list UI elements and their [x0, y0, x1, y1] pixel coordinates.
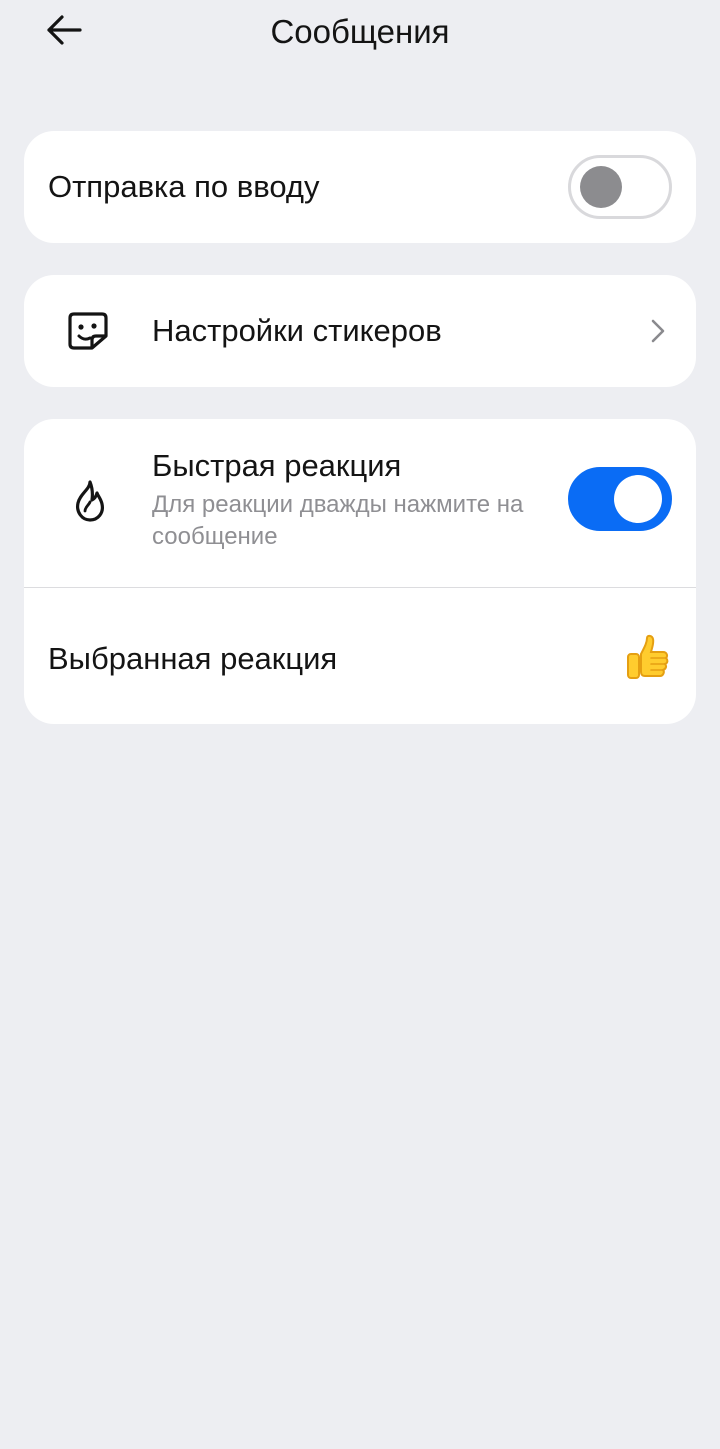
quick-reaction-description: Для реакции дважды нажмите на сообщение	[152, 491, 524, 550]
toggle-knob	[614, 475, 662, 523]
selected-reaction-row[interactable]: Выбранная реакция	[24, 588, 696, 724]
chevron-right-icon	[646, 317, 670, 345]
sticker-settings-row[interactable]: Настройки стикеров	[24, 275, 696, 387]
quick-reaction-toggle[interactable]	[568, 467, 672, 531]
sticker-icon	[64, 309, 112, 353]
sticker-settings-card: Настройки стикеров	[24, 275, 696, 387]
flame-icon	[68, 477, 112, 525]
send-on-enter-label: Отправка по вводу	[48, 169, 320, 204]
selected-reaction-label: Выбранная реакция	[48, 641, 338, 676]
reaction-card: Быстрая реакция Для реакции дважды нажми…	[24, 419, 696, 724]
send-on-enter-row[interactable]: Отправка по вводу	[24, 131, 696, 243]
send-on-enter-card: Отправка по вводу	[24, 131, 696, 243]
quick-reaction-row[interactable]: Быстрая реакция Для реакции дважды нажми…	[24, 419, 696, 587]
sticker-settings-label: Настройки стикеров	[152, 313, 442, 348]
send-on-enter-toggle[interactable]	[568, 155, 672, 219]
thumbs-up-icon	[622, 632, 674, 684]
quick-reaction-label: Быстрая реакция	[152, 448, 402, 483]
header: Сообщения	[0, 0, 720, 64]
toggle-knob	[580, 166, 622, 208]
page-title: Сообщения	[270, 13, 450, 50]
